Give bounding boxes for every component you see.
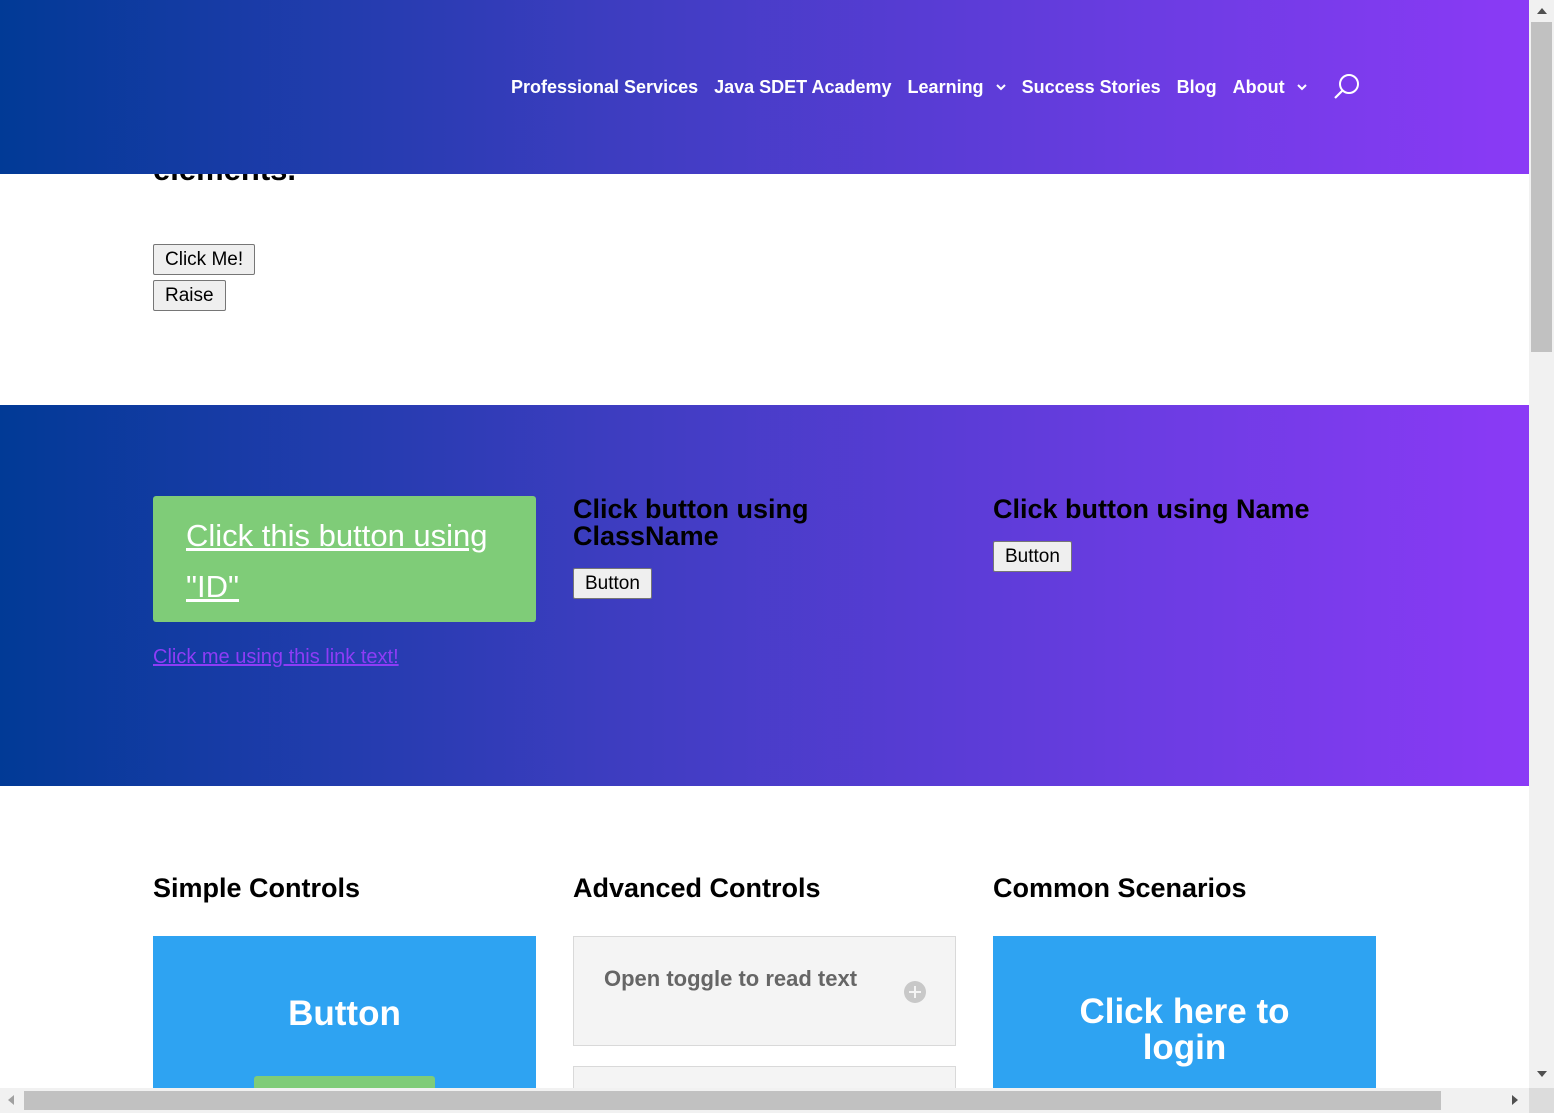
search-icon[interactable] xyxy=(1332,72,1362,102)
toggle-panel[interactable] xyxy=(573,1066,956,1088)
nav-item-blog[interactable]: Blog xyxy=(1177,77,1217,98)
name-title: Click button using Name xyxy=(993,494,1310,524)
id-button-label: Click this button using "ID" xyxy=(186,518,488,604)
click-me-button[interactable]: Click Me! xyxy=(153,244,256,275)
vertical-scroll-thumb[interactable] xyxy=(1531,22,1552,352)
scrollbar-corner xyxy=(1529,1088,1554,1113)
classname-title: Click button using ClassName xyxy=(573,494,809,551)
scroll-up-arrow-icon[interactable] xyxy=(1537,8,1547,14)
main-nav: Professional Services Java SDET Academy … xyxy=(511,73,1323,101)
simple-controls-card: Button xyxy=(153,936,536,1088)
nav-item-success-stories[interactable]: Success Stories xyxy=(1022,77,1161,98)
chevron-down-icon xyxy=(995,84,1006,91)
advanced-controls-title: Advanced Controls xyxy=(573,873,821,903)
scroll-down-arrow-icon[interactable] xyxy=(1537,1071,1547,1077)
common-scenarios-card[interactable]: Click here to login xyxy=(993,936,1376,1088)
simple-controls-title: Simple Controls xyxy=(153,873,361,903)
nav-item-label: Java SDET Academy xyxy=(714,76,892,97)
common-scenarios-title: Common Scenarios xyxy=(993,873,1247,903)
login-card-label: Click here to login xyxy=(1079,992,1290,1067)
nav-item-label: Success Stories xyxy=(1021,76,1161,97)
classname-button[interactable]: Button xyxy=(573,568,652,599)
toggle-panel[interactable]: Open toggle to read text xyxy=(573,936,956,1046)
simple-card-label: Button xyxy=(288,994,401,1033)
vertical-scrollbar[interactable] xyxy=(1529,0,1554,1088)
horizontal-scroll-thumb[interactable] xyxy=(24,1091,1441,1110)
name-button[interactable]: Button xyxy=(993,541,1072,572)
toggle-title: Open toggle to read text xyxy=(604,966,858,991)
chevron-down-icon xyxy=(1296,84,1307,91)
page-viewport: elements. Click Me! Raise Professional S… xyxy=(0,0,1529,1088)
id-button[interactable]: Click this button using "ID" xyxy=(153,496,536,622)
simple-card-green-button[interactable] xyxy=(254,1076,435,1088)
horizontal-scrollbar[interactable] xyxy=(0,1088,1529,1113)
nav-item-learning[interactable]: Learning xyxy=(908,77,1006,98)
scroll-left-arrow-icon[interactable] xyxy=(8,1095,14,1105)
nav-item-about[interactable]: About xyxy=(1233,77,1307,98)
link-text-link[interactable]: Click me using this link text! xyxy=(153,646,399,669)
nav-item-label: Blog xyxy=(1176,76,1217,97)
nav-item-label: About xyxy=(1232,76,1285,97)
nav-item-label: Learning xyxy=(907,76,984,97)
raise-button[interactable]: Raise xyxy=(153,280,226,311)
nav-item-professional-services[interactable]: Professional Services xyxy=(511,77,698,98)
plus-circle-icon[interactable] xyxy=(903,980,927,1004)
nav-item-java-sdet-academy[interactable]: Java SDET Academy xyxy=(714,77,891,98)
nav-item-label: Professional Services xyxy=(511,76,699,97)
site-header: Professional Services Java SDET Academy … xyxy=(0,0,1529,174)
scroll-right-arrow-icon[interactable] xyxy=(1512,1095,1518,1105)
